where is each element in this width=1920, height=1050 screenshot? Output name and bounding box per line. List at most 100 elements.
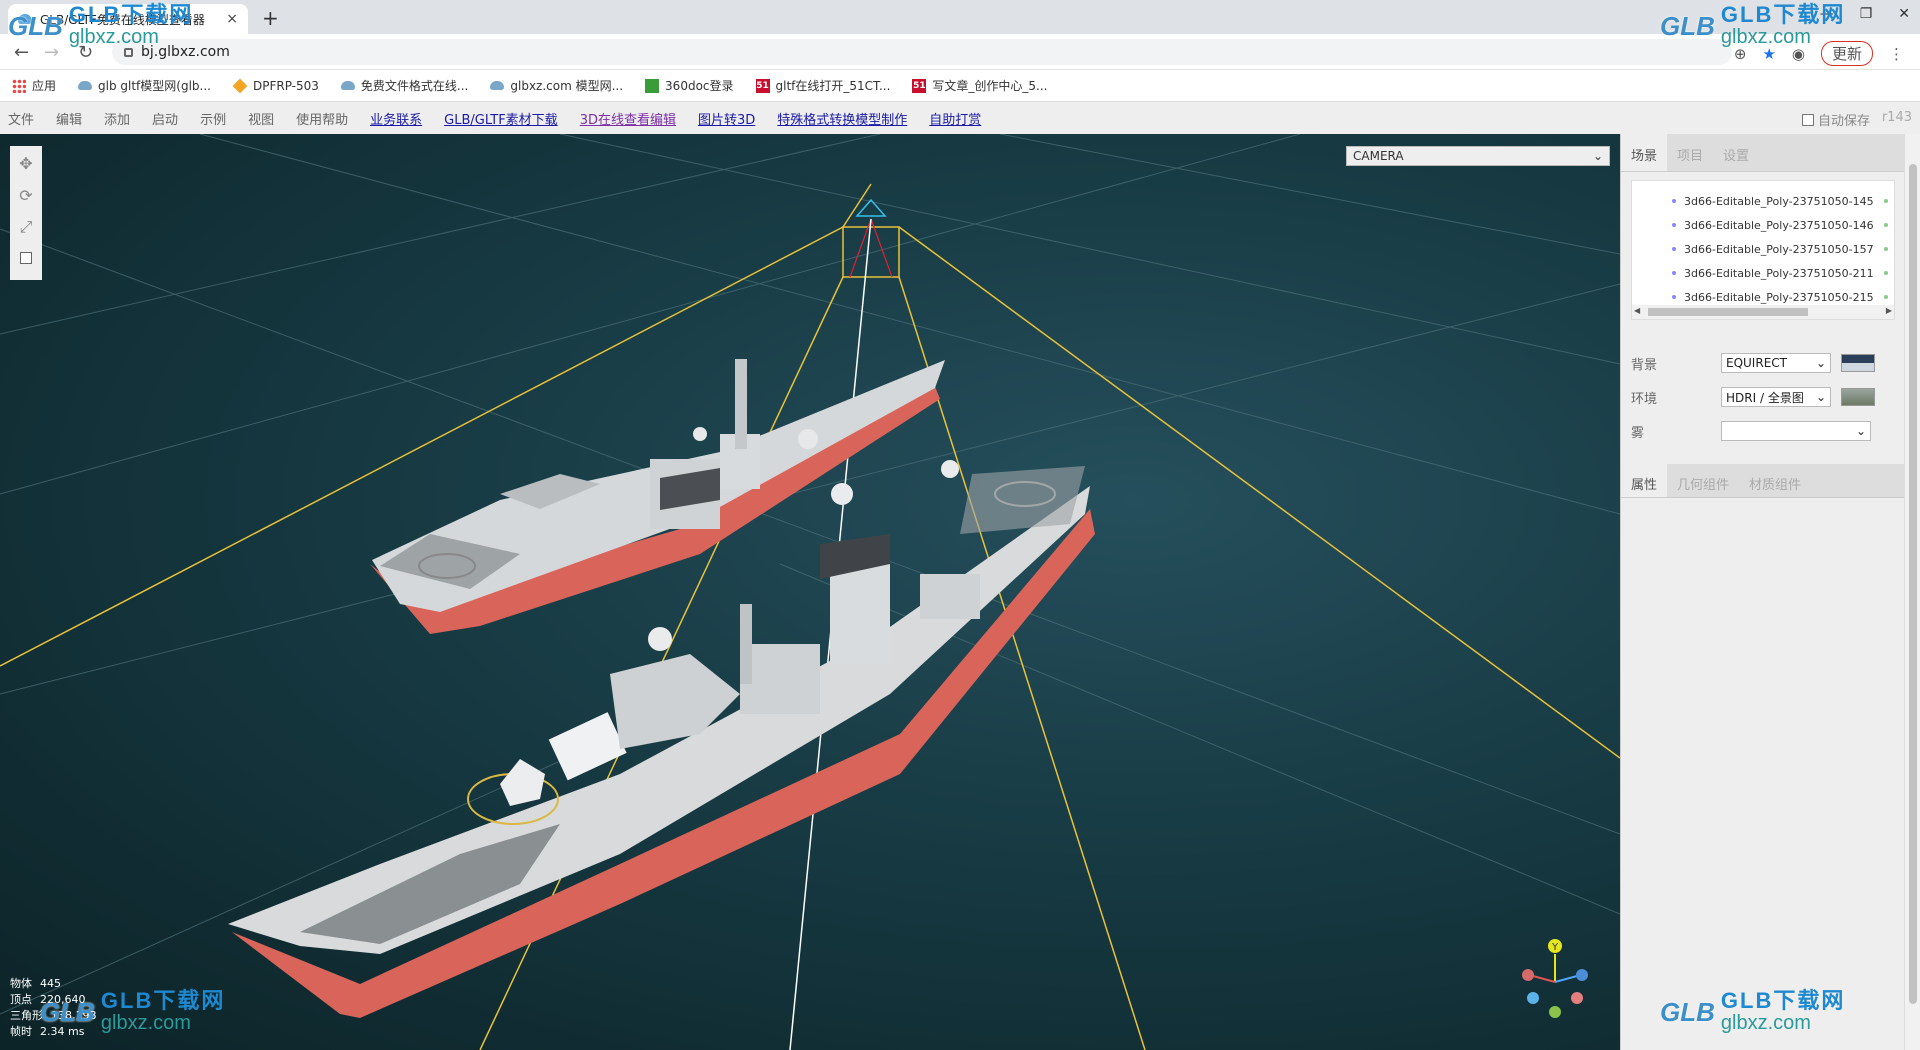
back-icon[interactable]: ← (14, 42, 29, 63)
bookmark-glb[interactable]: glb gltf模型网(glb... (78, 77, 211, 94)
bookmark-apps[interactable]: 应用 (12, 77, 56, 94)
axis-y-label: Y (1551, 942, 1559, 953)
visibility-icon (1884, 223, 1888, 227)
cloud-icon (490, 81, 505, 90)
rotate-icon[interactable]: ⟳ (15, 184, 37, 206)
scroll-thumb[interactable] (1909, 164, 1917, 1004)
link-business[interactable]: 业务联系 (370, 109, 422, 128)
update-button[interactable]: 更新 (1820, 41, 1873, 66)
apps-grid-icon (12, 78, 26, 93)
object-icon (1672, 271, 1676, 275)
star-icon[interactable]: ★ (1762, 45, 1775, 63)
fog-select[interactable]: ⌄ (1721, 421, 1871, 441)
outliner-item[interactable]: 3d66-Editable_Poly-23751050-157 (1632, 237, 1894, 261)
menu-examples[interactable]: 示例 (200, 109, 226, 128)
tab-properties[interactable]: 属性 (1621, 464, 1668, 497)
close-window-icon[interactable]: ✕ (1898, 6, 1910, 22)
tab-material[interactable]: 材质组件 (1739, 464, 1811, 497)
link-3d-online[interactable]: 3D在线查看编辑 (580, 109, 676, 128)
scene-outliner[interactable]: 3d66-Editable_Poly-23751050-145 3d66-Edi… (1631, 180, 1895, 320)
cloud-icon (18, 14, 32, 24)
grid (0, 134, 1620, 1015)
background-select[interactable]: EQUIRECT ⌄ (1721, 353, 1831, 373)
scroll-thumb[interactable] (1648, 308, 1808, 316)
editor-menubar: 文件 编辑 添加 启动 示例 视图 使用帮助 业务联系 GLB/GLTF素材下载… (0, 102, 1920, 134)
background-texture-thumb[interactable] (1841, 354, 1875, 372)
local-space-checkbox[interactable] (20, 252, 32, 264)
scale-icon[interactable]: ⤢ (15, 216, 37, 238)
forward-icon[interactable]: → (44, 42, 59, 63)
link-donate[interactable]: 自助打赏 (929, 109, 981, 128)
environment-texture-thumb[interactable] (1841, 388, 1875, 406)
bookmarks-bar: 应用 glb gltf模型网(glb... DPFRP-503 免费文件格式在线… (0, 70, 1920, 102)
sidebar-tabs: 场景 项目 设置 (1621, 134, 1904, 172)
chevron-down-icon: ⌄ (1855, 424, 1866, 438)
bookmark-free-format[interactable]: 免费文件格式在线... (340, 77, 468, 94)
autosave-toggle[interactable]: 自动保存 (1801, 110, 1870, 129)
axes-gizmo[interactable]: Y (1522, 939, 1588, 1018)
browser-tab[interactable]: GLB/GLTF免费在线模型查看器 × (8, 4, 248, 34)
outliner-hscrollbar[interactable]: ◀ ▶ (1632, 305, 1894, 319)
menu-help[interactable]: 使用帮助 (296, 109, 348, 128)
bookmark-glbxz[interactable]: glbxz.com 模型网... (490, 77, 623, 94)
object-icon (1672, 223, 1676, 227)
scene-canvas[interactable]: Y (0, 134, 1620, 1050)
link-image-to-3d[interactable]: 图片转3D (698, 109, 755, 128)
tab-geometry[interactable]: 几何组件 (1667, 464, 1739, 497)
scroll-right-icon[interactable]: ▶ (1886, 306, 1892, 315)
menu-view[interactable]: 视图 (248, 109, 274, 128)
more-menu-icon[interactable]: ⋮ (1889, 45, 1904, 63)
bookmark-51cto-gltf[interactable]: 51 gltf在线打开_51CT... (755, 77, 890, 94)
camera-select[interactable]: CAMERA ⌄ (1346, 146, 1610, 166)
minimize-icon[interactable]: — (1820, 6, 1834, 22)
visibility-icon (1884, 247, 1888, 251)
visibility-icon (1884, 199, 1888, 203)
autosave-checkbox[interactable] (1801, 113, 1814, 126)
diamond-icon (232, 78, 248, 93)
reload-icon[interactable]: ↻ (78, 42, 93, 63)
render-stats: 物体 445 顶点 220,640 三角形 138,198 帧时 2.34 ms (10, 977, 97, 1038)
51cto-icon: 51 (912, 78, 927, 93)
lock-icon (124, 47, 133, 57)
object-icon (1672, 247, 1676, 251)
fog-row: 雾 ⌄ (1631, 420, 1895, 442)
tab-settings[interactable]: 设置 (1713, 134, 1759, 171)
sidebar-scrollbar[interactable] (1904, 134, 1920, 1050)
bookmark-dpfrp[interactable]: DPFRP-503 (232, 78, 319, 93)
url-text: bj.glbxz.com (141, 44, 230, 60)
object-icon (1672, 295, 1676, 299)
outliner-item[interactable]: 3d66-Editable_Poly-23751050-145 (1632, 189, 1894, 213)
menu-edit[interactable]: 编辑 (56, 109, 82, 128)
3d-viewport[interactable]: Y ✥ ⟳ ⤢ CAMERA ⌄ 物体 445 顶点 220,640 三角形 138,… (0, 134, 1620, 1050)
bookmark-360doc[interactable]: 360doc登录 (645, 77, 734, 94)
sidebar-panel: 场景 项目 设置 3d66-Editable_Poly-23751050-145… (1620, 134, 1905, 1050)
chevron-down-icon: ⌄ (1592, 149, 1603, 163)
tab-scene[interactable]: 场景 (1621, 134, 1668, 171)
menu-file[interactable]: 文件 (8, 109, 34, 128)
url-field[interactable]: bj.glbxz.com (112, 39, 1732, 65)
tab-title: GLB/GLTF免费在线模型查看器 (40, 12, 205, 27)
new-tab-button[interactable]: + (262, 6, 279, 30)
tab-project[interactable]: 项目 (1667, 134, 1713, 171)
bookmark-51cto-write[interactable]: 51 写文章_创作中心_5... (912, 77, 1048, 94)
360doc-icon (645, 78, 660, 93)
object-icon (1672, 199, 1676, 203)
window-controls: — ❐ ✕ (1820, 6, 1910, 22)
maximize-icon[interactable]: ❐ (1860, 6, 1873, 22)
scroll-left-icon[interactable]: ◀ (1634, 306, 1640, 315)
close-tab-icon[interactable]: × (226, 11, 238, 27)
link-glb-download[interactable]: GLB/GLTF素材下载 (444, 109, 558, 128)
translate-icon[interactable]: ✥ (15, 152, 37, 174)
link-format-convert[interactable]: 特殊格式转换模型制作 (777, 109, 907, 128)
zoom-icon[interactable]: ⊕ (1734, 45, 1747, 63)
cloud-icon (340, 81, 355, 90)
menu-play[interactable]: 启动 (152, 109, 178, 128)
environment-select[interactable]: HDRI / 全景图 ⌄ (1721, 387, 1831, 407)
outliner-item[interactable]: 3d66-Editable_Poly-23751050-146 (1632, 213, 1894, 237)
menu-add[interactable]: 添加 (104, 109, 130, 128)
cloud-icon (78, 81, 93, 90)
outliner-item[interactable]: 3d66-Editable_Poly-23751050-211 (1632, 261, 1894, 285)
51cto-icon: 51 (755, 78, 770, 93)
profile-icon[interactable]: ◉ (1792, 45, 1805, 63)
visibility-icon (1884, 271, 1888, 275)
